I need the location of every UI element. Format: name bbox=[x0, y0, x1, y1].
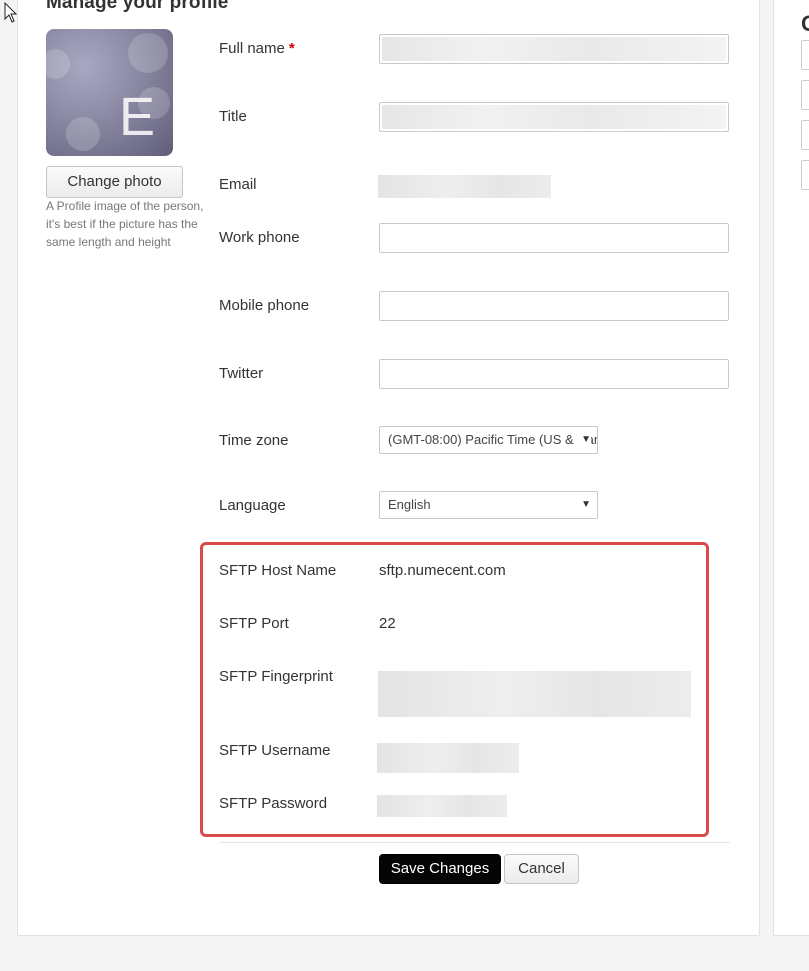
mouse-cursor-icon bbox=[4, 2, 18, 23]
mobile-phone-label: Mobile phone bbox=[219, 297, 310, 314]
side-button[interactable] bbox=[801, 160, 809, 190]
sftp-port-value: 22 bbox=[379, 615, 396, 632]
twitter-label: Twitter bbox=[219, 365, 264, 382]
side-input-2[interactable] bbox=[801, 80, 809, 110]
avatar-initial: E bbox=[118, 87, 155, 147]
title-label: Title bbox=[219, 108, 247, 125]
photo-hint: A Profile image of the person, it's best… bbox=[46, 199, 204, 249]
change-photo-button[interactable]: Change photo bbox=[46, 166, 183, 198]
email-value-redacted bbox=[378, 175, 551, 198]
cancel-button[interactable]: Cancel bbox=[504, 854, 579, 884]
timezone-select[interactable]: (GMT-08:00) Pacific Time (US & Canada) ▼ bbox=[379, 426, 598, 454]
language-label: Language bbox=[219, 497, 286, 514]
timezone-label: Time zone bbox=[219, 432, 289, 449]
twitter-input[interactable] bbox=[379, 359, 729, 389]
side-panel-heading: C bbox=[801, 11, 809, 36]
sftp-username-value-redacted bbox=[377, 743, 519, 773]
sftp-password-value-redacted bbox=[377, 795, 507, 817]
full-name-input[interactable] bbox=[379, 34, 729, 64]
sftp-host-label: SFTP Host Name bbox=[219, 562, 337, 579]
work-phone-label: Work phone bbox=[219, 229, 300, 246]
email-label: Email bbox=[219, 176, 257, 193]
avatar: E bbox=[46, 29, 173, 156]
chevron-down-icon: ▼ bbox=[578, 427, 591, 453]
mobile-phone-input[interactable] bbox=[379, 291, 729, 321]
sftp-fingerprint-label: SFTP Fingerprint bbox=[219, 668, 333, 685]
sftp-host-value: sftp.numecent.com bbox=[379, 562, 506, 579]
sftp-password-label: SFTP Password bbox=[219, 795, 328, 812]
language-select[interactable]: English ▼ bbox=[379, 491, 598, 519]
side-input-3[interactable] bbox=[801, 120, 809, 150]
sftp-username-label: SFTP Username bbox=[219, 742, 331, 759]
required-marker: * bbox=[288, 40, 295, 57]
page-title: Manage your profile bbox=[46, 0, 229, 13]
save-changes-button[interactable]: Save Changes bbox=[379, 854, 501, 884]
sftp-port-label: SFTP Port bbox=[219, 615, 289, 632]
title-input[interactable] bbox=[379, 102, 729, 132]
timezone-value: (GMT-08:00) Pacific Time (US & Canada) bbox=[388, 432, 597, 447]
language-value: English bbox=[388, 497, 431, 512]
full-name-label: Full name * bbox=[219, 40, 295, 57]
form-divider bbox=[219, 842, 730, 843]
sftp-fingerprint-value-redacted bbox=[378, 671, 691, 717]
side-input-1[interactable] bbox=[801, 40, 809, 70]
work-phone-input[interactable] bbox=[379, 223, 729, 253]
full-name-label-text: Full name bbox=[219, 40, 285, 57]
chevron-down-icon: ▼ bbox=[578, 492, 591, 518]
